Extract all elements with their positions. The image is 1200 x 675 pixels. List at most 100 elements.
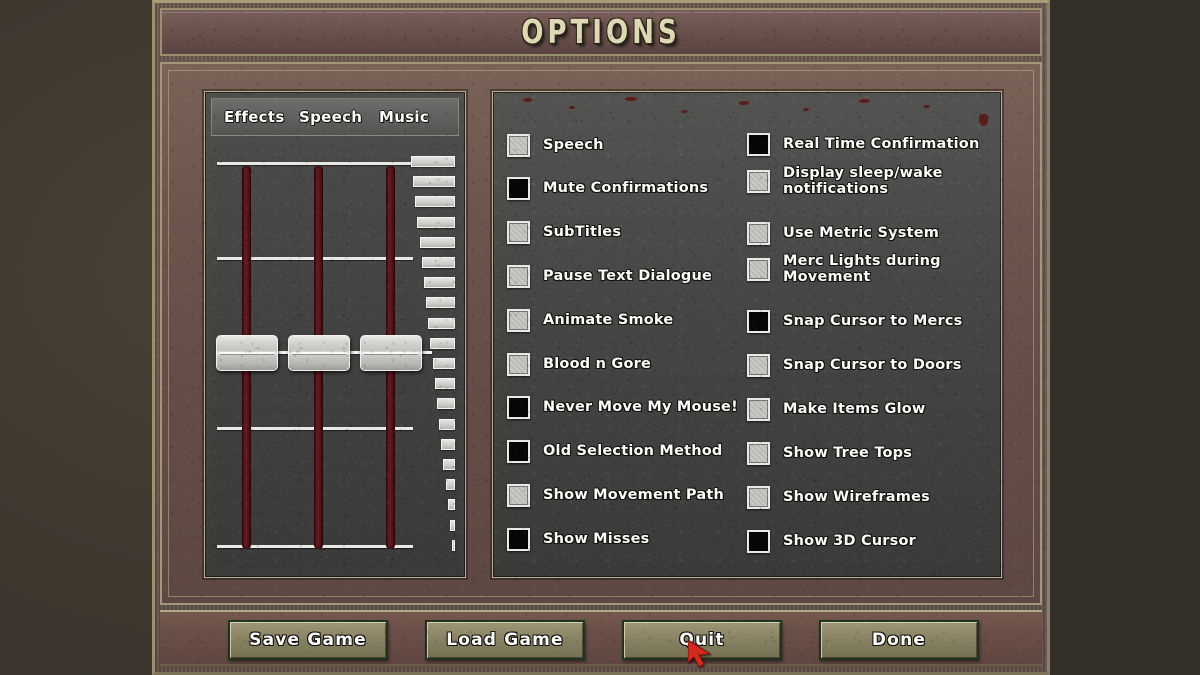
option-label: Pause Text Dialogue [543, 268, 713, 284]
option-row[interactable]: Snap Cursor to Mercs [747, 306, 962, 336]
option-row[interactable]: Speech [507, 130, 604, 160]
option-label: Blood n Gore [543, 356, 651, 372]
option-row[interactable]: Make Items Glow [747, 394, 926, 424]
option-row[interactable]: Never Move My Mouse! [507, 392, 738, 422]
option-label: Show Wireframes [783, 489, 930, 505]
checkbox-old-selection-method[interactable] [507, 439, 530, 463]
checkbox-never-move-my-mouse[interactable] [507, 395, 530, 419]
option-row[interactable]: Pause Text Dialogue [507, 261, 712, 291]
checkbox-show-misses[interactable] [507, 527, 530, 551]
option-row[interactable]: Real Time Confirmation [747, 129, 980, 159]
checkbox-make-items-glow[interactable] [747, 397, 770, 421]
quit-button-label: Quit [679, 630, 725, 650]
volume-meter-step-16 [445, 479, 455, 491]
volume-meter-step-11 [434, 378, 455, 390]
option-row[interactable]: Show 3D Cursor [747, 526, 916, 556]
volume-meter-step-1 [413, 176, 455, 188]
checkbox-show-movement-path[interactable] [507, 483, 530, 507]
save-game-button[interactable]: Save Game [228, 620, 388, 660]
volume-meter-step-12 [436, 398, 455, 410]
slider-label-bar: Effects Speech Music [211, 98, 459, 136]
option-label: Show Movement Path [543, 487, 724, 503]
checkbox-speech[interactable] [507, 133, 530, 157]
title-bar: OPTIONS [160, 8, 1042, 56]
blood-spatter [625, 97, 637, 101]
checkbox-pause-text-dialogue[interactable] [507, 264, 530, 288]
done-button-label: Done [871, 630, 927, 650]
checkbox-use-metric-system[interactable] [747, 221, 770, 245]
blood-spatter [979, 114, 988, 126]
option-row[interactable]: Show Tree Tops [747, 438, 912, 468]
blood-spatter [739, 101, 749, 105]
volume-meter-step-13 [439, 418, 455, 430]
blood-spatter [523, 98, 532, 102]
volume-meter-step-19 [452, 539, 455, 551]
option-label: SubTitles [543, 224, 622, 240]
volume-meter-step-3 [417, 216, 455, 228]
checkbox-real-time-confirmation[interactable] [747, 132, 770, 156]
option-label: Merc Lights during Movement [783, 253, 941, 285]
checkbox-merc-lights-during-movement[interactable] [747, 257, 770, 281]
checkbox-subtitles[interactable] [507, 220, 530, 244]
option-label: Display sleep/wake notifications [783, 165, 943, 197]
option-row[interactable]: Old Selection Method [507, 436, 723, 466]
option-row[interactable]: Merc Lights during Movement [747, 253, 941, 285]
done-button[interactable]: Done [819, 620, 979, 660]
blood-spatter [859, 99, 870, 103]
volume-meter-step-5 [421, 257, 455, 268]
volume-meter-step-9 [430, 337, 455, 349]
option-row[interactable]: Show Movement Path [507, 480, 724, 510]
volume-meter-step-15 [443, 459, 455, 470]
option-row[interactable]: Blood n Gore [507, 349, 651, 379]
option-label: Show Misses [543, 531, 650, 547]
load-game-button[interactable]: Load Game [425, 620, 585, 660]
blood-spatter [923, 105, 930, 108]
volume-meter-step-6 [423, 277, 455, 289]
option-row[interactable]: Show Misses [507, 524, 650, 554]
volume-meter-step-18 [449, 519, 455, 531]
slider-label-speech: Speech [299, 108, 363, 126]
option-label: Animate Smoke [543, 312, 674, 328]
slider-track-area [211, 142, 459, 571]
save-game-button-label: Save Game [249, 630, 367, 650]
volume-meter-step-17 [447, 499, 455, 511]
checkbox-show-tree-tops[interactable] [747, 441, 770, 465]
option-label: Speech [543, 137, 604, 153]
blood-spatter [803, 108, 809, 111]
slider-label-effects: Effects [224, 108, 285, 126]
option-label: Never Move My Mouse! [543, 399, 738, 415]
option-label: Old Selection Method [543, 443, 723, 459]
checkbox-blood-n-gore[interactable] [507, 352, 530, 376]
option-row[interactable]: Display sleep/wake notifications [747, 165, 943, 197]
volume-meter-step-8 [428, 317, 455, 329]
options-checkbox-panel: Speech Mute Confirmations SubTitles Pause T… [492, 91, 1002, 578]
body-panel: Effects Speech Music Speech Mute Confirma… [160, 62, 1042, 605]
slider-handle-speech[interactable] [288, 335, 350, 371]
slider-handle-effects[interactable] [216, 335, 278, 371]
option-row[interactable]: Use Metric System [747, 218, 939, 248]
load-game-button-label: Load Game [446, 630, 564, 650]
option-row[interactable]: SubTitles [507, 217, 621, 247]
option-label: Use Metric System [783, 225, 940, 241]
checkbox-snap-cursor-to-mercs[interactable] [747, 309, 770, 333]
checkbox-snap-cursor-to-doors[interactable] [747, 353, 770, 377]
option-label: Show Tree Tops [783, 445, 913, 461]
volume-step-meter [397, 156, 455, 563]
option-label: Make Items Glow [783, 401, 926, 417]
option-label: Mute Confirmations [543, 180, 709, 196]
option-label: Snap Cursor to Doors [783, 357, 962, 373]
options-screen: OPTIONS Effects Speech Music Speech Mute… [152, 0, 1050, 675]
checkbox-animate-smoke[interactable] [507, 308, 530, 332]
quit-button[interactable]: Quit [622, 620, 782, 660]
option-row[interactable]: Snap Cursor to Doors [747, 350, 962, 380]
checkbox-show-wireframes[interactable] [747, 485, 770, 509]
checkbox-display-sleep-wake-notifications[interactable] [747, 169, 770, 193]
option-row[interactable]: Show Wireframes [747, 482, 930, 512]
volume-meter-step-4 [419, 236, 455, 248]
option-row[interactable]: Mute Confirmations [507, 173, 708, 203]
checkbox-show-3d-cursor[interactable] [747, 529, 770, 553]
option-row[interactable]: Animate Smoke [507, 305, 673, 335]
button-bar: Save Game Load Game Quit Done [160, 610, 1042, 666]
slider-label-music: Music [379, 108, 430, 126]
checkbox-mute-confirmations[interactable] [507, 176, 530, 200]
